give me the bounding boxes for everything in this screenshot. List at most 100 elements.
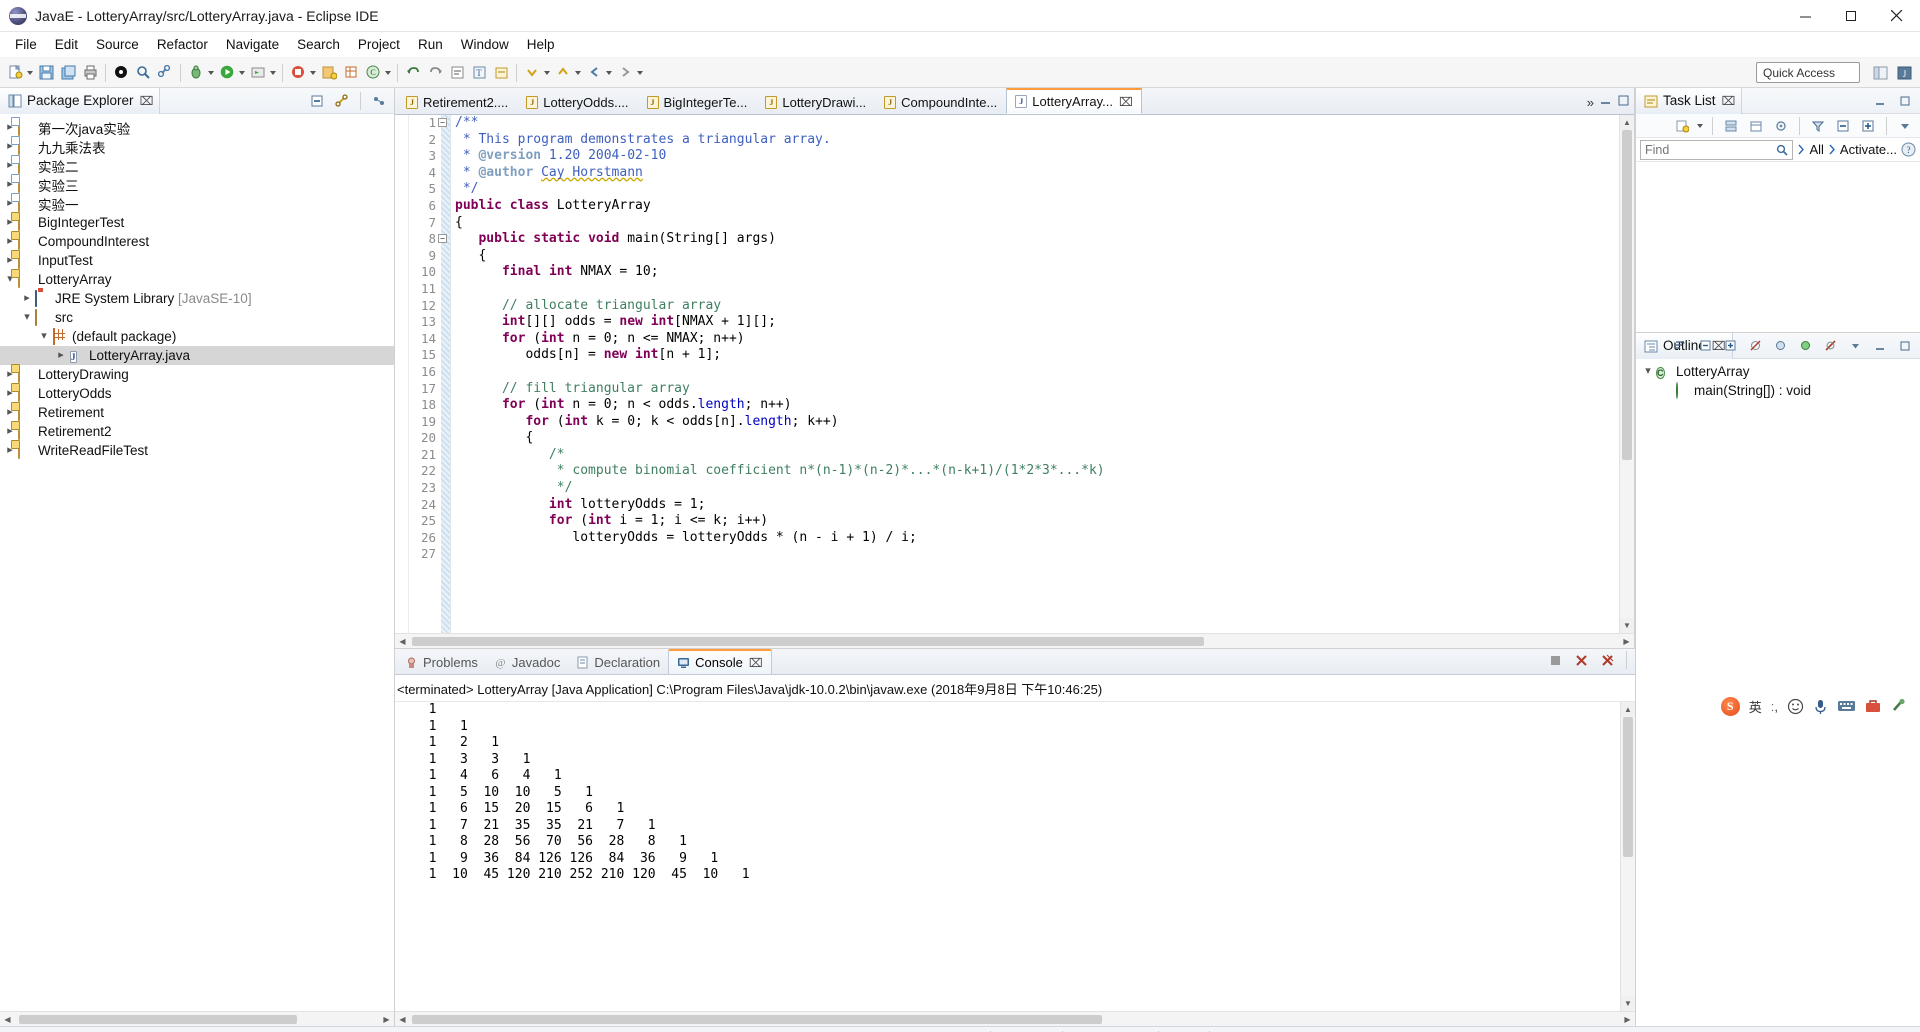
coverage-icon[interactable] (287, 62, 309, 84)
vscroll-track[interactable] (1621, 717, 1635, 996)
run-external-icon[interactable] (247, 62, 269, 84)
close-icon[interactable]: ⌧ (749, 656, 763, 670)
scroll-left-icon[interactable]: ◀ (395, 637, 410, 646)
editor-tab[interactable]: J CompoundInte... (875, 89, 1006, 114)
search-icon[interactable] (132, 62, 154, 84)
tree-item[interactable]: ▸ LotteryOdds (0, 384, 394, 403)
package-explorer-hscroll[interactable]: ◀ ▶ (0, 1011, 394, 1026)
editor-tab[interactable]: J LotteryOdds.... (517, 89, 637, 114)
menu-file[interactable]: File (6, 34, 46, 55)
tree-item[interactable]: ▸ 九九乘法表 (0, 137, 394, 156)
tree-item[interactable]: ▸ 实验二 (0, 156, 394, 175)
bottom-tab[interactable]: Declaration (568, 650, 668, 674)
editor-tab[interactable]: J BigIntegerTe... (638, 89, 757, 114)
tree-item[interactable]: ▸ Retirement2 (0, 422, 394, 441)
toggle-comment-icon[interactable] (446, 62, 468, 84)
new-icon[interactable] (4, 62, 26, 84)
hide-local-icon[interactable] (1819, 335, 1841, 357)
menu-help[interactable]: Help (518, 34, 564, 55)
folding-column[interactable] (395, 115, 409, 633)
hscroll-track[interactable] (15, 1012, 379, 1027)
build-icon[interactable] (110, 62, 132, 84)
console-output-text[interactable]: 1 1 1 1 2 1 1 3 3 1 1 4 6 4 1 1 5 10 10 … (395, 702, 1620, 1011)
sogou-logo-icon[interactable]: S (1720, 696, 1740, 716)
ime-language-toggle[interactable]: 英 (1749, 697, 1762, 716)
hscroll-thumb[interactable] (412, 636, 1204, 646)
open-task-icon[interactable] (490, 62, 512, 84)
scroll-left-icon[interactable]: ◀ (395, 1015, 410, 1024)
fold-toggle-icon[interactable]: − (438, 118, 447, 127)
tree-item[interactable]: ▸ LotteryDrawing (0, 365, 394, 384)
outline-tree[interactable]: ▾ C LotteryArray main(String[]) : void (1636, 359, 1920, 1026)
vscroll-thumb[interactable] (1623, 717, 1633, 857)
menu-search[interactable]: Search (288, 34, 349, 55)
maximize-editor-icon[interactable] (1617, 94, 1630, 110)
hscroll-track[interactable] (410, 1012, 1620, 1027)
sort-icon[interactable] (1669, 335, 1691, 357)
vscroll-track[interactable] (1620, 130, 1634, 618)
toolbox-icon[interactable] (1865, 698, 1881, 715)
emoji-icon[interactable] (1787, 698, 1804, 715)
hscroll-track[interactable] (410, 634, 1619, 649)
view-menu-icon[interactable] (1844, 335, 1866, 357)
debug-icon[interactable] (185, 62, 207, 84)
collapse-all-icon[interactable] (306, 90, 328, 112)
menu-navigate[interactable]: Navigate (217, 34, 288, 55)
tree-item[interactable]: ▸ 实验一 (0, 194, 394, 213)
run-dropdown-icon[interactable] (239, 70, 245, 75)
tree-item[interactable]: ▸ CompoundInterest (0, 232, 394, 251)
forward-dropdown-icon[interactable] (637, 70, 643, 75)
scroll-up-icon[interactable]: ▲ (1621, 702, 1635, 717)
print-icon[interactable] (79, 62, 101, 84)
hscroll-thumb[interactable] (412, 1014, 1102, 1024)
close-icon[interactable]: ⌧ (1722, 94, 1736, 108)
twisty-expanded-icon[interactable]: ▾ (19, 308, 35, 327)
close-icon[interactable]: ⌧ (140, 94, 154, 108)
maximize-button[interactable] (1828, 0, 1874, 32)
editor-tab[interactable]: J LotteryDrawi... (756, 89, 875, 114)
tree-item[interactable]: ▸ Retirement (0, 403, 394, 422)
vscroll-thumb[interactable] (1622, 130, 1632, 460)
scroll-right-icon[interactable]: ▶ (1620, 1015, 1635, 1024)
new-task-icon[interactable] (1671, 115, 1693, 137)
back-icon[interactable] (583, 62, 605, 84)
prev-annotation-icon[interactable] (552, 62, 574, 84)
expand-all-icon[interactable] (1857, 115, 1879, 137)
tab-overflow-icon[interactable]: » (1587, 95, 1594, 110)
tree-item[interactable]: ▸ 实验三 (0, 175, 394, 194)
keyboard-icon[interactable] (1837, 699, 1856, 713)
scroll-right-icon[interactable]: ▶ (1619, 637, 1634, 646)
minimize-button[interactable] (1782, 0, 1828, 32)
run-icon[interactable] (216, 62, 238, 84)
tree-item[interactable]: ▸ InputTest (0, 251, 394, 270)
tree-item[interactable]: ▾ src (0, 308, 394, 327)
ime-punctuation-toggle[interactable]: ː, (1771, 699, 1778, 714)
console-vscroll[interactable]: ▲ ▼ (1620, 702, 1635, 1011)
remove-all-terminated-icon[interactable] (1596, 649, 1618, 671)
console-output-area[interactable]: 1 1 1 1 2 1 1 3 3 1 1 4 6 4 1 1 5 10 10 … (395, 702, 1635, 1011)
quick-access-input[interactable]: Quick Access (1756, 62, 1860, 83)
scroll-right-icon[interactable]: ▶ (379, 1015, 394, 1024)
prev-annotation-dropdown-icon[interactable] (575, 70, 581, 75)
scroll-down-icon[interactable]: ▼ (1620, 618, 1634, 633)
tree-item[interactable]: ▸ 第一次java实验 (0, 118, 394, 137)
minimize-view-icon[interactable] (1869, 90, 1891, 112)
filter-icon[interactable] (1807, 115, 1829, 137)
bottom-tab[interactable]: Problems (397, 650, 486, 674)
annotation-ruler[interactable] (441, 115, 451, 633)
tree-item[interactable]: ▸ JRE System Library [JavaSE-10] (0, 289, 394, 308)
outline-item[interactable]: main(String[]) : void (1636, 381, 1920, 400)
all-filter[interactable]: All (1797, 142, 1824, 157)
bottom-tab[interactable]: Console ⌧ (668, 649, 772, 674)
new-class-icon[interactable]: C (362, 62, 384, 84)
console-hscroll[interactable]: ◀ ▶ (395, 1011, 1635, 1026)
task-list-body[interactable] (1636, 162, 1920, 332)
tree-item[interactable]: ▸ J LotteryArray.java (0, 346, 394, 365)
help-icon[interactable]: ? (1901, 142, 1916, 157)
maximize-view-icon[interactable] (1894, 335, 1916, 357)
hide-nonpublic-icon[interactable] (1794, 335, 1816, 357)
focus-icon[interactable] (1770, 115, 1792, 137)
hide-static-icon[interactable] (1769, 335, 1791, 357)
editor-tab[interactable]: J LotteryArray... ⌧ (1006, 88, 1142, 114)
microphone-icon[interactable] (1813, 698, 1828, 715)
